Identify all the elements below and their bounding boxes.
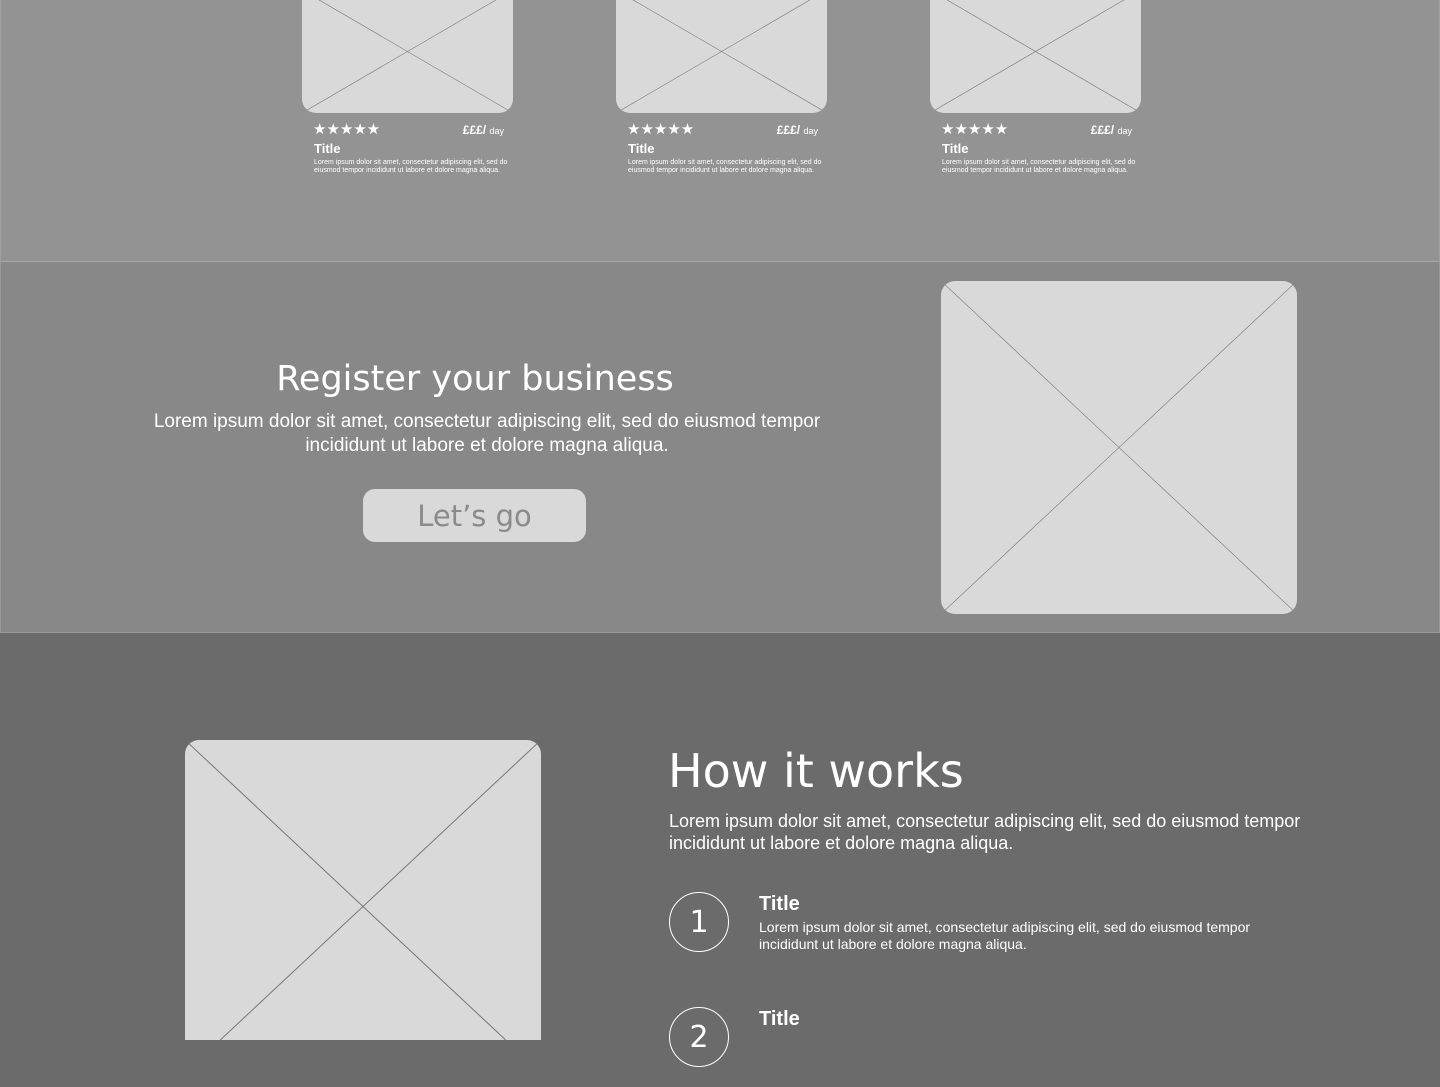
card-title: Title <box>314 141 341 156</box>
star-rating-icon: ★★★★★ <box>941 120 1009 138</box>
price-label: £££/ day <box>777 123 818 138</box>
card-description: Lorem ipsum dolor sit amet, consectetur … <box>314 159 508 174</box>
step-item: 2 Title <box>669 1007 1309 1087</box>
card-title: Title <box>942 141 969 156</box>
register-title: Register your business <box>276 359 674 399</box>
how-it-works-description: Lorem ipsum dolor sit amet, consectetur … <box>669 811 1301 853</box>
how-it-works-section: How it works Lorem ipsum dolor sit amet,… <box>0 633 1440 1067</box>
price-unit: day <box>1117 126 1132 136</box>
price-value: £££/ <box>776 123 801 137</box>
listing-image-placeholder <box>616 0 827 113</box>
register-description: Lorem ipsum dolor sit amet, consectetur … <box>153 411 821 456</box>
how-it-works-title: How it works <box>668 744 964 798</box>
step-title: Title <box>759 1008 800 1030</box>
listings-section: ★★★★★ £££/ day Title Lorem ipsum dolor s… <box>0 0 1440 262</box>
price-value: £££/ <box>1090 123 1115 137</box>
step-title: Title <box>759 893 800 915</box>
price-unit: day <box>803 126 818 136</box>
price-value: £££/ <box>462 123 487 137</box>
price-label: £££/ day <box>463 123 504 138</box>
register-image-placeholder <box>941 281 1297 614</box>
listing-card[interactable]: ★★★★★ £££/ day Title Lorem ipsum dolor s… <box>930 0 1141 190</box>
step-number-badge: 2 <box>669 1007 729 1067</box>
step-item: 1 Title Lorem ipsum dolor sit amet, cons… <box>669 892 1309 972</box>
listing-image-placeholder <box>302 0 513 113</box>
card-description: Lorem ipsum dolor sit amet, consectetur … <box>628 159 822 174</box>
step-number-badge: 1 <box>669 892 729 952</box>
card-description: Lorem ipsum dolor sit amet, consectetur … <box>942 159 1136 174</box>
price-unit: day <box>489 126 504 136</box>
register-section: Register your business Lorem ipsum dolor… <box>0 262 1440 633</box>
star-rating-icon: ★★★★★ <box>627 120 695 138</box>
step-description: Lorem ipsum dolor sit amet, consectetur … <box>759 919 1251 952</box>
star-rating-icon: ★★★★★ <box>313 120 381 138</box>
listing-card[interactable]: ★★★★★ £££/ day Title Lorem ipsum dolor s… <box>616 0 827 190</box>
price-label: £££/ day <box>1091 123 1132 138</box>
listing-image-placeholder <box>930 0 1141 113</box>
listing-card[interactable]: ★★★★★ £££/ day Title Lorem ipsum dolor s… <box>302 0 513 190</box>
card-title: Title <box>628 141 655 156</box>
lets-go-button[interactable]: Let’s go <box>363 489 586 542</box>
how-it-works-image-placeholder <box>185 740 541 1040</box>
